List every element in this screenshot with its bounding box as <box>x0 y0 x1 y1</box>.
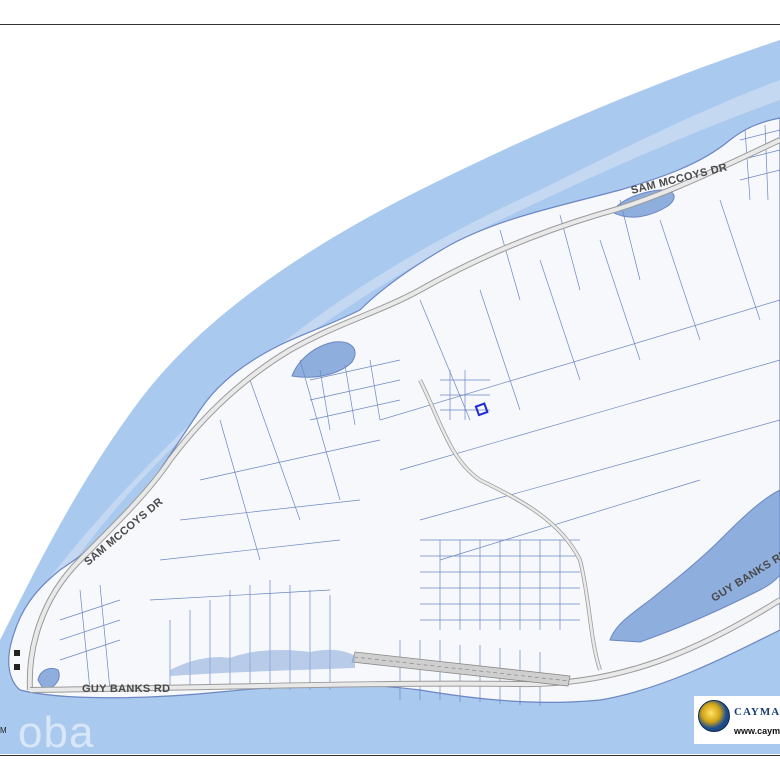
watermark-text: oba <box>18 708 95 757</box>
road-label-guy-banks-west: GUY BANKS RD <box>82 683 170 695</box>
corner-mark: M <box>0 726 7 735</box>
island-map[interactable]: SAM MCCOYS DR SAM MCCOYS DR GUY BANKS RD… <box>0 0 780 780</box>
cayman-globe-logo-icon <box>698 700 730 732</box>
logo-title: CAYMAN <box>734 706 780 718</box>
cayman-logo: CAYMAN www.caym <box>694 696 780 744</box>
logo-url: www.caym <box>734 726 780 736</box>
map-marker <box>14 650 20 656</box>
map-marker <box>14 664 20 670</box>
